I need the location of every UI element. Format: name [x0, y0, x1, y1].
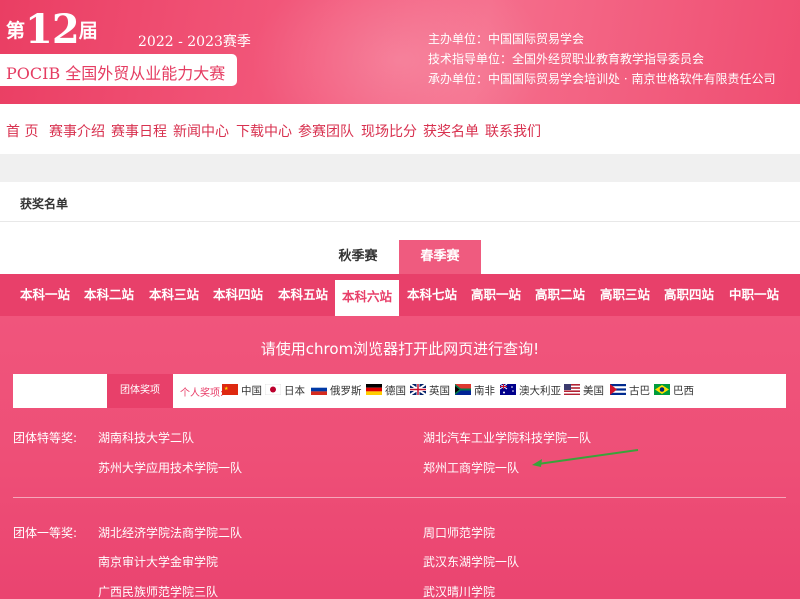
special-award-entry: 湖北汽车工业学院科技学院一队 — [423, 431, 592, 445]
special-award-entry: 苏州大学应用技术学院一队 — [98, 461, 243, 475]
special-award-entry: 郑州工商学院一队 — [423, 461, 520, 475]
cuba-flag-icon — [610, 384, 626, 395]
spacer-band — [0, 154, 800, 182]
season-label: 2022 - 2023赛季 — [138, 34, 251, 50]
tab-vocational-1[interactable]: 高职一站 — [464, 274, 528, 316]
breadcrumb-bar: 获奖名单 — [0, 182, 800, 222]
special-award-entry: 湖南科技大学二队 — [98, 431, 195, 445]
nav-news[interactable]: 新闻中心 — [173, 121, 229, 141]
country-cuba[interactable]: 古巴 — [610, 383, 650, 398]
tab-undergrad-3[interactable]: 本科三站 — [142, 274, 206, 316]
organizer-undertaker: 承办单位：中国国际贸易学会培训处 · 南京世格软件有限责任公司 — [428, 72, 776, 86]
brazil-flag-icon — [654, 384, 670, 395]
country-australia[interactable]: 澳大利亚 — [500, 383, 561, 398]
country-japan[interactable]: 日本 — [265, 383, 305, 398]
uk-flag-icon — [410, 384, 426, 395]
browser-notice: 请使用chrom浏览器打开此网页进行查询! — [260, 340, 540, 358]
usa-flag-icon — [564, 384, 580, 395]
nav-winners[interactable]: 获奖名单 — [423, 121, 479, 141]
station-tabs: 本科一站 本科二站 本科三站 本科四站 本科五站 本科六站 本科七站 高职一站 … — [0, 274, 800, 316]
first-award-entry: 武汉东湖学院一队 — [423, 555, 520, 569]
header-banner: 第12届 2022 - 2023赛季 POCIB 全国外贸从业能力大赛 主办单位… — [0, 0, 800, 104]
japan-flag-icon — [265, 384, 281, 395]
results-panel: 请使用chrom浏览器打开此网页进行查询! 团体奖项 个人奖项: ★ 中国 日本 … — [0, 316, 800, 599]
first-award-entry: 武汉晴川学院 — [423, 585, 496, 599]
organizer-host: 主办单位：中国国际贸易学会 — [428, 32, 585, 46]
first-award-entry: 广西民族师范学院三队 — [98, 585, 219, 599]
nav-schedule[interactable]: 赛事日程 — [111, 121, 167, 141]
brand-name: POCIB 全国外贸从业能力大赛 — [6, 64, 226, 83]
tab-undergrad-4[interactable]: 本科四站 — [206, 274, 270, 316]
tab-secondary-1[interactable]: 中职一站 — [722, 274, 786, 316]
first-award-entry: 南京审计大学金审学院 — [98, 555, 219, 569]
tab-undergrad-5[interactable]: 本科五站 — [271, 274, 335, 316]
svg-text:★: ★ — [224, 386, 229, 392]
china-flag-icon: ★ — [222, 384, 238, 395]
nav-contact[interactable]: 联系我们 — [485, 121, 541, 141]
tab-undergrad-2[interactable]: 本科二站 — [77, 274, 141, 316]
tab-spring[interactable]: 春季赛 — [399, 240, 481, 274]
individual-award-label: 个人奖项: — [180, 388, 224, 399]
nav-download[interactable]: 下载中心 — [236, 121, 292, 141]
tab-undergrad-1[interactable]: 本科一站 — [13, 274, 77, 316]
germany-flag-icon — [366, 384, 382, 395]
season-tabs: 秋季赛 春季赛 — [0, 222, 800, 274]
first-award-label: 团体一等奖: — [13, 526, 78, 540]
country-brazil[interactable]: 巴西 — [654, 383, 694, 398]
country-south-africa[interactable]: 南非 — [455, 383, 495, 398]
breadcrumb: 获奖名单 — [20, 197, 69, 211]
first-award-entry: 湖北经济学院法商学院二队 — [98, 526, 243, 540]
edition-number: 12 — [25, 6, 80, 53]
country-uk[interactable]: 英国 — [410, 383, 450, 398]
tab-vocational-4[interactable]: 高职四站 — [657, 274, 721, 316]
australia-flag-icon — [500, 384, 516, 395]
tab-vocational-3[interactable]: 高职三站 — [593, 274, 657, 316]
award-filter-bar: 团体奖项 个人奖项: ★ 中国 日本 俄罗斯 德国 英国 南非 澳大利亚 美国 古… — [13, 374, 786, 408]
tab-undergrad-6[interactable]: 本科六站 — [335, 280, 399, 316]
tab-autumn[interactable]: 秋季赛 — [317, 240, 399, 274]
russia-flag-icon — [311, 384, 327, 395]
tab-undergrad-7[interactable]: 本科七站 — [400, 274, 464, 316]
section-divider — [13, 497, 786, 498]
organizer-guidance: 技术指导单位：全国外经贸职业教育教学指导委员会 — [428, 52, 705, 66]
special-award-label: 团体特等奖: — [13, 431, 78, 445]
nav-home[interactable]: 首 页 — [6, 121, 38, 141]
first-award-entry: 周口师范学院 — [423, 526, 496, 540]
edition-title: 第12届 — [6, 6, 98, 53]
edition-prefix: 第 — [6, 20, 26, 42]
nav-teams[interactable]: 参赛团队 — [298, 121, 354, 141]
country-usa[interactable]: 美国 — [564, 383, 604, 398]
team-award-tab[interactable]: 团体奖项 — [107, 374, 173, 408]
country-china[interactable]: ★ 中国 — [222, 383, 262, 398]
main-nav: 首 页 赛事介绍 赛事日程 新闻中心 下载中心 参赛团队 现场比分 获奖名单 联… — [0, 104, 800, 154]
nav-live-score[interactable]: 现场比分 — [361, 121, 417, 141]
nav-intro[interactable]: 赛事介绍 — [49, 121, 105, 141]
country-germany[interactable]: 德国 — [366, 383, 406, 398]
edition-suffix: 届 — [78, 20, 98, 42]
annotation-arrow-icon — [532, 449, 639, 467]
south-africa-flag-icon — [455, 384, 471, 395]
country-russia[interactable]: 俄罗斯 — [311, 383, 362, 398]
tab-vocational-2[interactable]: 高职二站 — [528, 274, 592, 316]
